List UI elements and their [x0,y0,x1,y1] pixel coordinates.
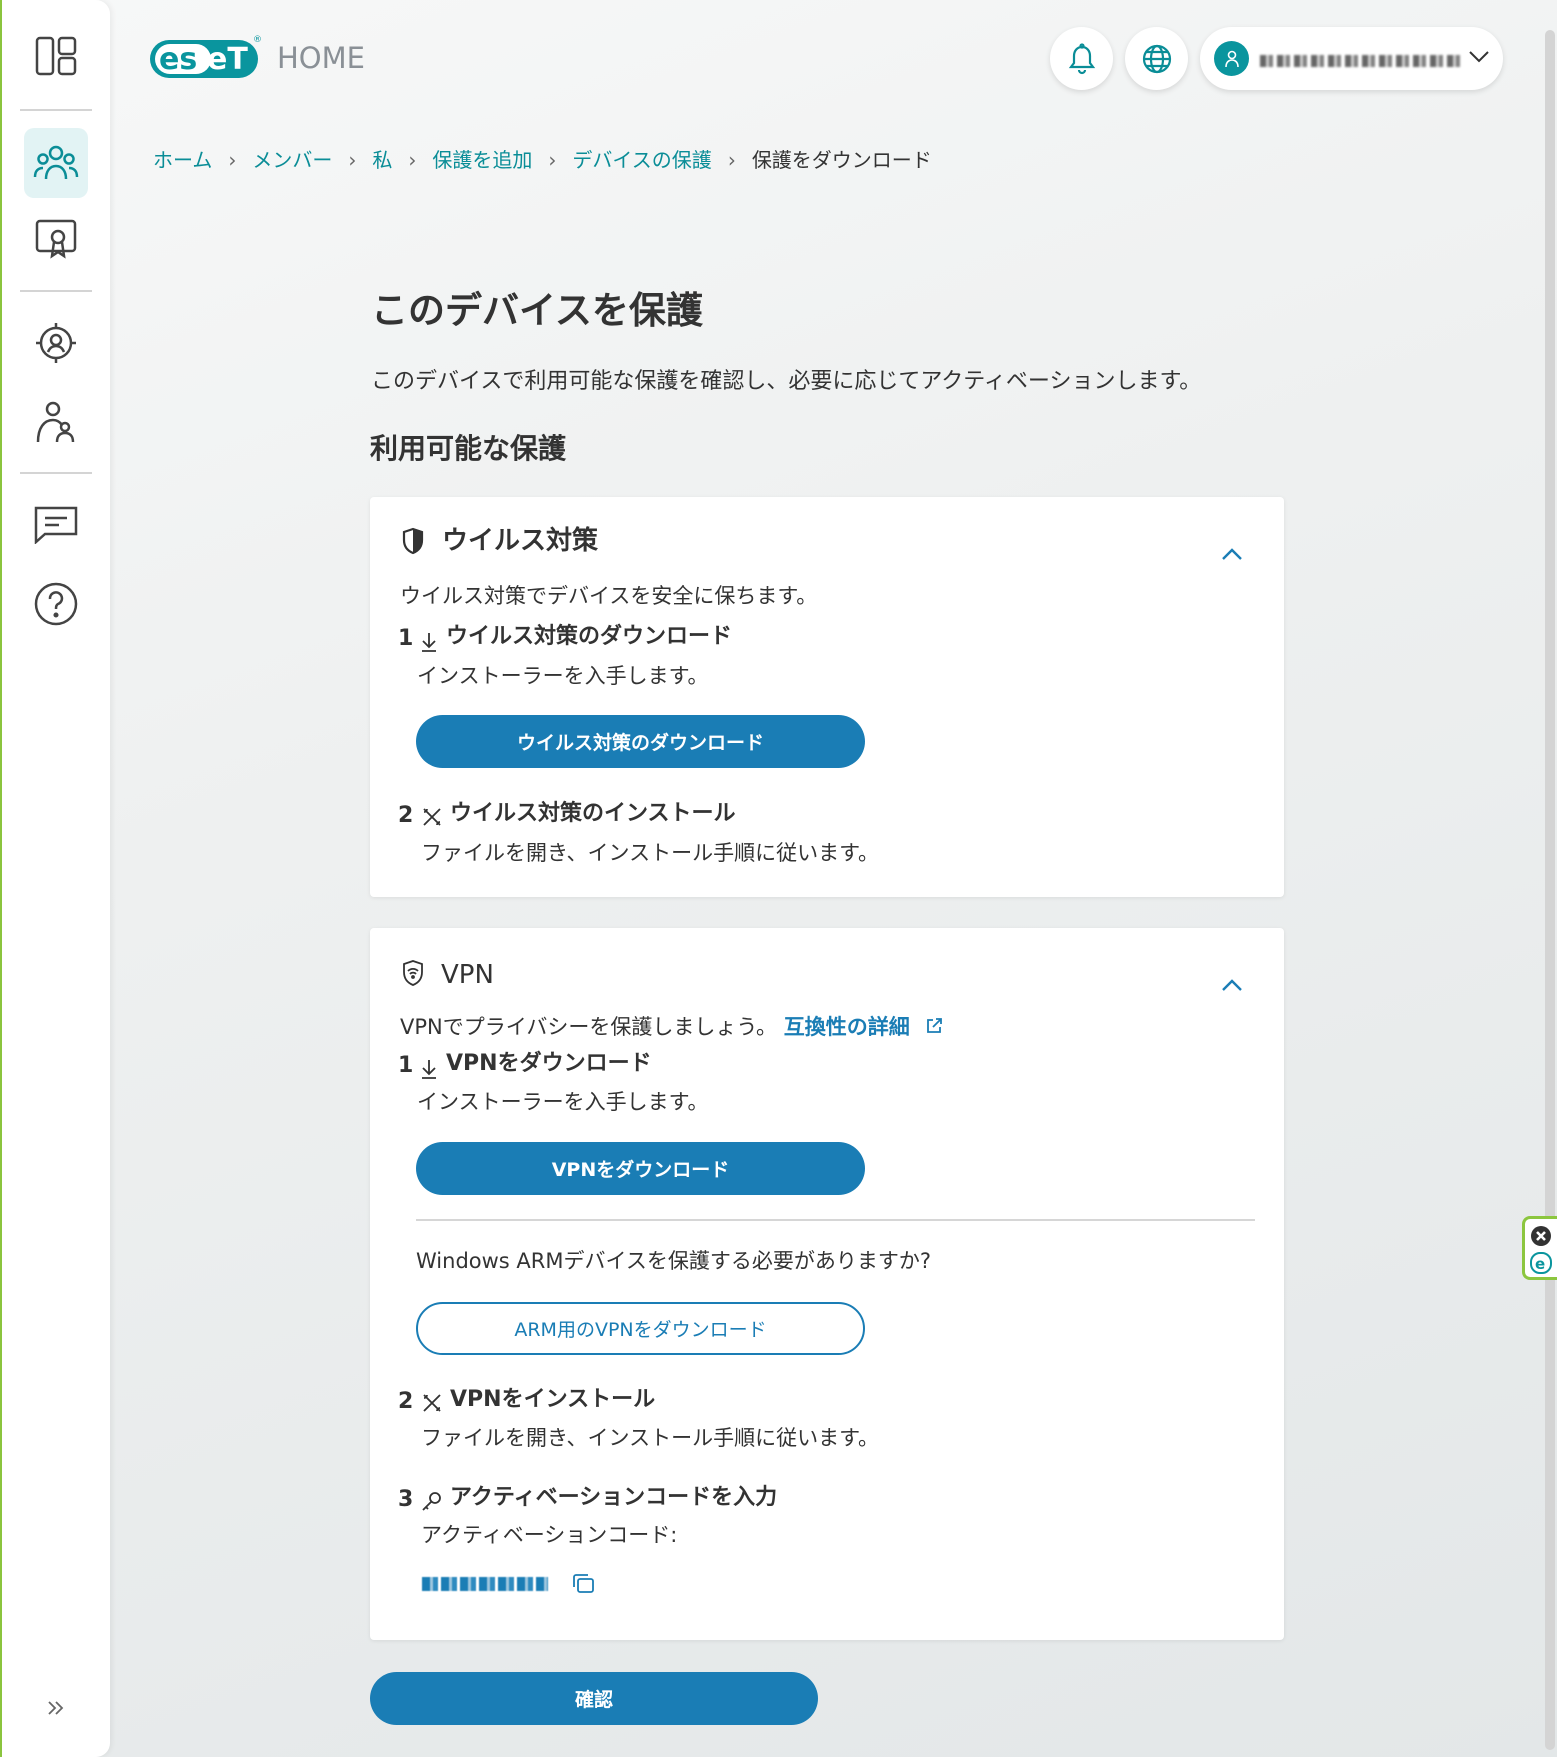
sidebar-divider [20,109,92,111]
section-heading: 利用可能な保護 [370,432,567,465]
step-title: ウイルス対策のダウンロード [446,624,733,649]
antivirus-card: ウイルス対策 ウイルス対策でデバイスを安全に保ちます。 1 ウイルス対策のダウン… [370,497,1284,897]
step-number: 1 [398,1053,414,1078]
step-desc: インストーラーを入手します。 [417,664,709,688]
sidebar-divider [20,472,92,474]
download-antivirus-button[interactable]: ウイルス対策のダウンロード [416,715,865,768]
confirm-button[interactable]: 確認 [370,1672,818,1725]
activation-code [422,1577,548,1591]
step-number: 3 [398,1487,414,1512]
shield-icon [402,527,424,555]
user-name [1260,52,1460,67]
external-link-icon[interactable] [924,1016,944,1036]
antivirus-desc: ウイルス対策でデバイスを安全に保ちます。 [400,584,818,608]
step-title: ウイルス対策のインストール [450,801,736,826]
download-arm-vpn-button[interactable]: ARM用のVPNをダウンロード [416,1302,865,1355]
eset-extension-widget: e [1522,1216,1557,1280]
scrollbar[interactable] [1545,30,1555,1750]
page-subtitle: このデバイスで利用可能な保護を確認し、必要に応じてアクティベーションします。 [371,369,1202,394]
eset-logo[interactable]: es eT ® [149,34,263,84]
step-desc: アクティベーションコード: [421,1523,678,1547]
key-icon [422,1492,441,1511]
license-icon[interactable] [24,207,88,271]
divider [416,1219,1255,1221]
compatibility-link[interactable]: 互換性の詳細 [784,1015,910,1039]
user-menu[interactable] [1200,27,1503,90]
chevron-right-icon: › [727,148,736,172]
help-icon[interactable] [24,572,88,636]
step-number: 2 [398,1389,414,1414]
globe-icon [1142,44,1171,73]
download-vpn-button[interactable]: VPNをダウンロード [416,1142,865,1195]
chevron-right-icon: › [228,148,237,172]
chevron-right-icon: › [548,148,557,172]
page-title: このデバイスを保護 [371,289,703,332]
avatar [1214,41,1249,76]
vpn-card: VPN VPNでプライバシーを保護しましょう。 互換性の詳細 1 VPNをダウン… [370,928,1284,1640]
messages-icon[interactable] [24,492,88,556]
close-icon[interactable] [1530,1225,1552,1247]
chevron-up-icon[interactable] [1218,541,1246,569]
svg-text:es: es [159,42,197,77]
family-icon[interactable] [24,390,88,454]
step-number: 1 [398,626,414,651]
security-icon[interactable] [24,311,88,375]
antivirus-title: ウイルス対策 [442,526,599,556]
step-desc: ファイルを開き、インストール手順に従います。 [421,841,880,865]
eset-icon[interactable]: e [1530,1252,1552,1274]
vpn-shield-icon [403,960,423,986]
tools-icon [423,808,441,826]
breadcrumb-add-protection[interactable]: 保護を追加 [432,145,532,175]
breadcrumb-me[interactable]: 私 [372,145,392,175]
breadcrumb-home[interactable]: ホーム [153,145,212,175]
svg-text:®: ® [253,35,262,45]
product-name: HOME [277,41,365,75]
svg-text:e: e [1535,1255,1545,1273]
step-title: VPNをインストール [450,1387,656,1412]
copy-icon[interactable] [571,1573,595,1595]
sidebar [2,0,110,1757]
step-title: アクティベーションコードを入力 [450,1485,778,1510]
step-title: VPNをダウンロード [446,1051,652,1076]
breadcrumb: ホーム › メンバー › 私 › 保護を追加 › デバイスの保護 › 保護をダウンロード [153,145,932,175]
members-icon[interactable] [24,128,88,198]
download-icon [422,633,436,652]
download-icon [422,1060,436,1079]
vpn-desc-line: VPNでプライバシーを保護しましょう。 互換性の詳細 [400,1012,944,1042]
step-desc: ファイルを開き、インストール手順に従います。 [421,1426,880,1450]
dashboard-icon[interactable] [24,24,88,88]
svg-text:eT: eT [207,42,248,77]
breadcrumb-device-protection[interactable]: デバイスの保護 [572,145,711,175]
sidebar-divider [20,290,92,292]
chevron-right-icon: › [408,148,417,172]
language-button[interactable] [1125,27,1188,90]
notifications-button[interactable] [1050,27,1113,90]
breadcrumb-current: 保護をダウンロード [751,148,932,172]
bell-icon [1068,42,1095,74]
chevron-down-icon [1469,51,1489,63]
arm-question: Windows ARMデバイスを保護する必要がありますか? [416,1249,932,1273]
expand-sidebar-icon[interactable] [46,1698,66,1722]
vpn-desc: VPNでプライバシーを保護しましょう。 [400,1015,778,1039]
breadcrumb-members[interactable]: メンバー [252,145,332,175]
tools-icon [423,1394,441,1412]
step-desc: インストーラーを入手します。 [417,1090,709,1114]
chevron-up-icon[interactable] [1218,972,1246,1000]
chevron-right-icon: › [348,148,357,172]
vpn-title: VPN [441,960,494,990]
step-number: 2 [398,803,414,828]
